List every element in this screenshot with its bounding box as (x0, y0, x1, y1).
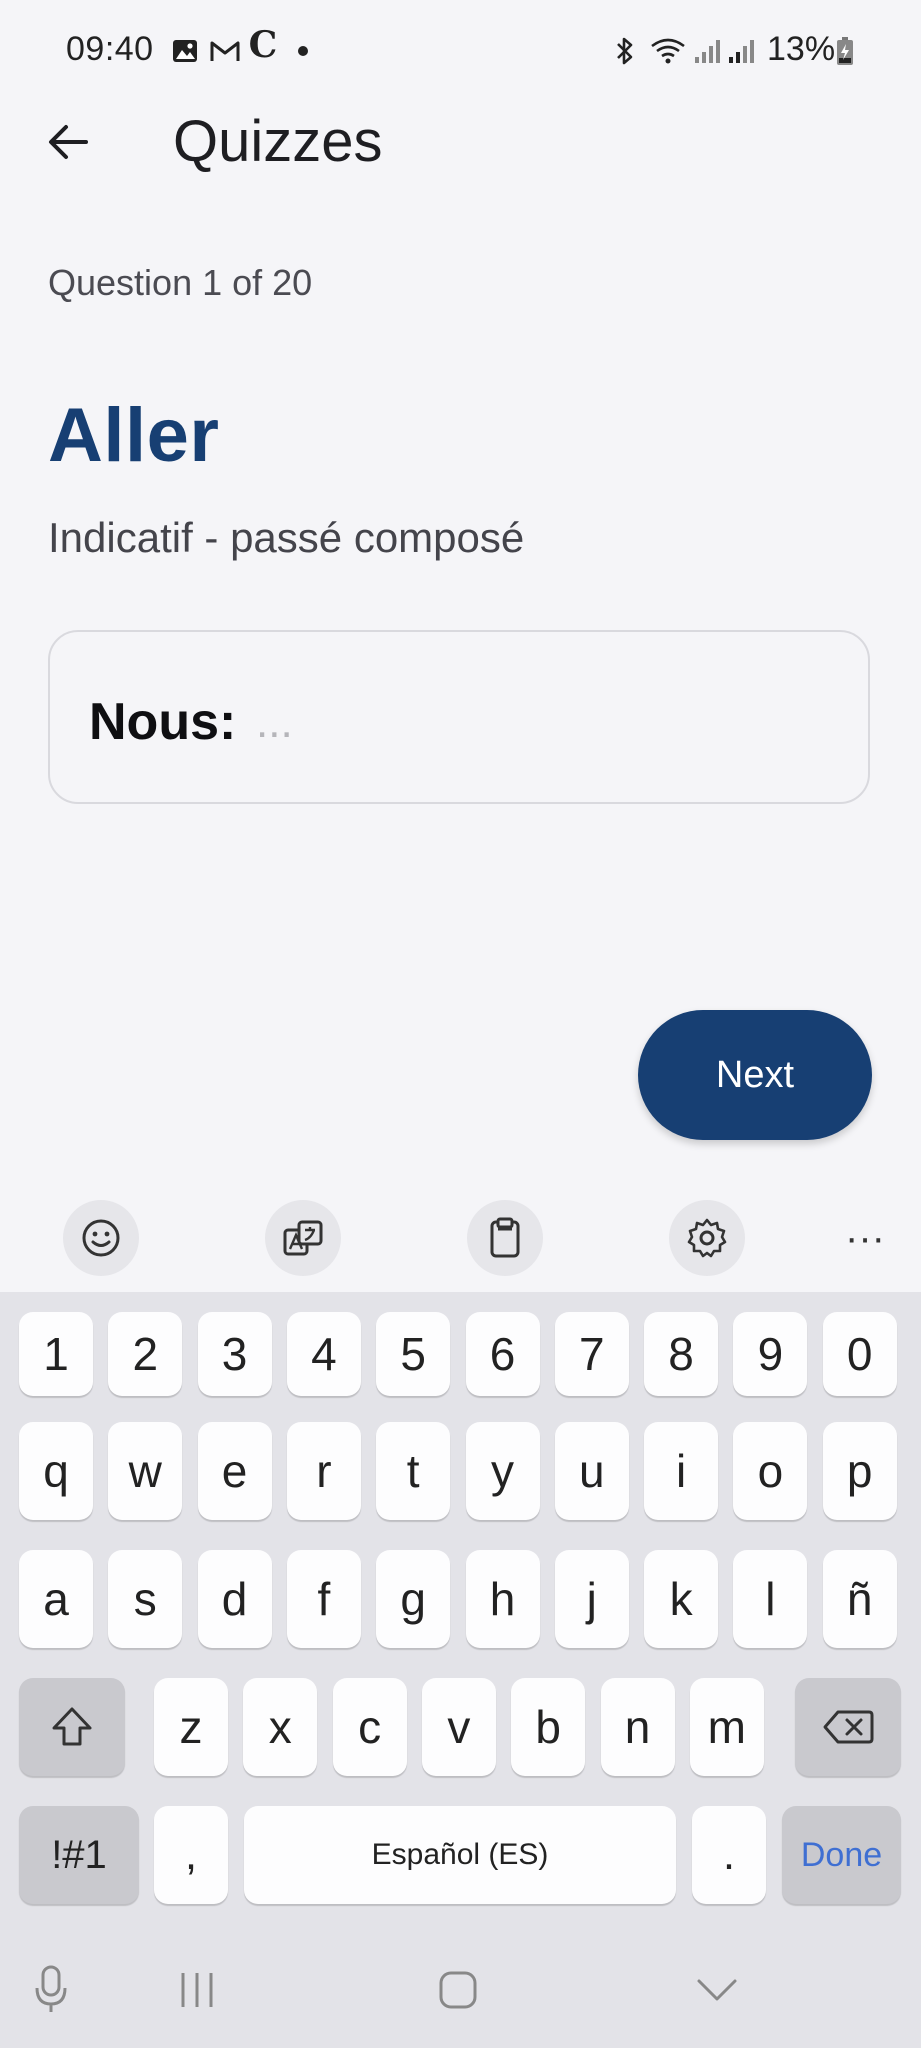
done-key[interactable]: Done (782, 1806, 901, 1904)
key-d[interactable]: d (197, 1550, 272, 1648)
signal-icon (726, 36, 758, 66)
key-4[interactable]: 4 (286, 1312, 361, 1396)
key-1[interactable]: 1 (19, 1312, 93, 1396)
key-9[interactable]: 9 (733, 1312, 808, 1396)
translate-icon (283, 1220, 323, 1256)
page-title: Quizzes (173, 109, 383, 174)
key-n[interactable]: n (600, 1678, 675, 1776)
key-a[interactable]: a (19, 1550, 93, 1648)
microphone-icon (35, 1965, 67, 2012)
backspace-icon (823, 1710, 874, 1744)
key-s[interactable]: s (108, 1550, 183, 1648)
space-key[interactable]: Español (ES) (244, 1806, 676, 1904)
key-3[interactable]: 3 (197, 1312, 272, 1396)
key-ñ[interactable]: ñ (822, 1550, 897, 1648)
more-icon[interactable]: ··· (830, 1200, 900, 1276)
key-8[interactable]: 8 (644, 1312, 719, 1396)
hide-keyboard-button[interactable] (692, 1960, 742, 2020)
gmail-icon (208, 36, 242, 66)
next-button[interactable]: Next (638, 1010, 872, 1140)
comma-key[interactable]: , (154, 1806, 228, 1904)
battery-percentage: 13% (767, 30, 836, 68)
key-0[interactable]: 0 (822, 1312, 897, 1396)
home-icon (439, 1971, 477, 2009)
battery-charging-icon (834, 36, 856, 66)
c-app-icon: C (248, 24, 278, 66)
key-u[interactable]: u (554, 1422, 629, 1520)
key-v[interactable]: v (421, 1678, 496, 1776)
question-progress: Question 1 of 20 (48, 262, 313, 303)
key-7[interactable]: 7 (554, 1312, 629, 1396)
hide-keyboard-icon (697, 1979, 737, 2001)
keyboard-settings-button[interactable] (669, 1200, 745, 1276)
key-5[interactable]: 5 (376, 1312, 451, 1396)
key-b[interactable]: b (511, 1678, 586, 1776)
microphone-button[interactable] (28, 1960, 74, 2020)
clipboard-button[interactable] (467, 1200, 543, 1276)
symbols-key[interactable]: !#1 (19, 1806, 139, 1904)
gallery-icon (170, 36, 200, 66)
home-button[interactable] (434, 1960, 482, 2020)
back-button[interactable] (38, 112, 98, 172)
key-e[interactable]: e (197, 1422, 272, 1520)
notification-dot-icon (296, 36, 310, 66)
key-f[interactable]: f (286, 1550, 361, 1648)
emoji-button[interactable] (63, 1200, 139, 1276)
signal-icon (692, 36, 724, 66)
key-h[interactable]: h (465, 1550, 540, 1648)
key-l[interactable]: l (733, 1550, 808, 1648)
key-k[interactable]: k (644, 1550, 719, 1648)
key-w[interactable]: w (108, 1422, 183, 1520)
settings-icon (687, 1218, 727, 1258)
key-j[interactable]: j (554, 1550, 629, 1648)
verb-title: Aller (48, 393, 220, 478)
period-key[interactable]: . (692, 1806, 766, 1904)
key-c[interactable]: c (332, 1678, 407, 1776)
status-time: 09:40 (66, 30, 154, 68)
bluetooth-icon (612, 36, 638, 66)
key-g[interactable]: g (376, 1550, 451, 1648)
keyboard: 1234567890 qwertyuiop asdfghjklñ zxcvbnm… (0, 1292, 921, 1928)
recent-apps-icon (181, 1973, 213, 2007)
key-m[interactable]: m (689, 1678, 764, 1776)
arrow-back-icon (49, 125, 88, 159)
wifi-icon (648, 36, 688, 66)
key-t[interactable]: t (376, 1422, 451, 1520)
key-o[interactable]: o (733, 1422, 808, 1520)
key-i[interactable]: i (644, 1422, 719, 1520)
key-2[interactable]: 2 (108, 1312, 183, 1396)
answer-input[interactable] (254, 690, 818, 756)
key-r[interactable]: r (286, 1422, 361, 1520)
emoji-icon (82, 1219, 120, 1257)
shift-icon (52, 1707, 92, 1746)
key-y[interactable]: y (465, 1422, 540, 1520)
key-z[interactable]: z (154, 1678, 228, 1776)
pronoun-label: Nous: (89, 693, 237, 751)
backspace-key[interactable] (795, 1678, 901, 1776)
tense-label: Indicatif - passé composé (48, 514, 525, 561)
translate-button[interactable] (265, 1200, 341, 1276)
shift-key[interactable] (19, 1678, 125, 1776)
key-p[interactable]: p (822, 1422, 897, 1520)
clipboard-icon (490, 1217, 520, 1258)
key-6[interactable]: 6 (465, 1312, 540, 1396)
key-x[interactable]: x (243, 1678, 318, 1776)
recent-apps-button[interactable] (172, 1960, 222, 2020)
key-q[interactable]: q (19, 1422, 93, 1520)
